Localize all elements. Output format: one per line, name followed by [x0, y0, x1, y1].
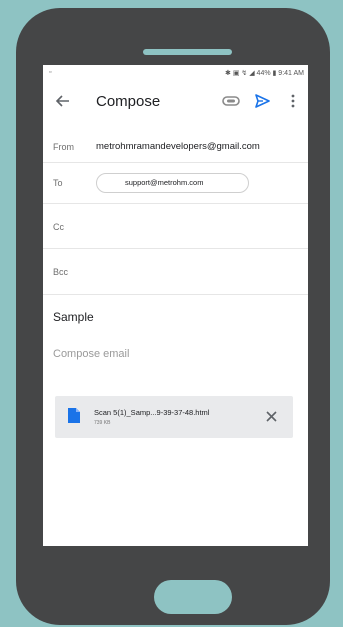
image-icon: ▫: [49, 69, 52, 76]
page-title: Compose: [96, 93, 161, 110]
attachment-card[interactable]: Scan 5(1)_Samp...9-39-37-48.html 739 KB: [55, 396, 293, 438]
subject-field[interactable]: Sample: [43, 295, 308, 340]
file-icon: [68, 408, 80, 423]
bcc-label: Bcc: [53, 267, 69, 277]
from-field[interactable]: From metrohmramandevelopers@gmail.com: [43, 131, 308, 163]
paperclip-icon[interactable]: [222, 95, 240, 107]
cc-label: Cc: [53, 222, 64, 232]
attachment-size: 739 KB: [94, 420, 111, 426]
cc-field[interactable]: Cc: [43, 204, 308, 249]
recipient-chip-text: support@metrohm.com: [125, 178, 204, 187]
close-icon[interactable]: [266, 411, 277, 422]
more-vert-icon[interactable]: [290, 93, 296, 109]
from-value[interactable]: metrohmramandevelopers@gmail.com: [96, 141, 260, 152]
bcc-field[interactable]: Bcc: [43, 249, 308, 295]
to-field[interactable]: To support@metrohm.com: [43, 163, 308, 204]
arrow-back-icon[interactable]: [55, 93, 71, 109]
from-label: From: [53, 142, 74, 152]
compose-body-input[interactable]: Compose email: [53, 348, 129, 360]
phone-screen: ▫ ✱ ▣ ↯ ◢ 44% ▮ 9:41 AM Compose From met…: [43, 65, 308, 546]
recipient-chip[interactable]: support@metrohm.com: [96, 173, 249, 193]
status-indicators: ✱ ▣ ↯ ◢ 44% ▮ 9:41 AM: [225, 70, 304, 77]
send-icon[interactable]: [254, 93, 270, 109]
app-bar: Compose: [43, 89, 308, 117]
attachment-name: Scan 5(1)_Samp...9-39-37-48.html: [94, 408, 210, 417]
to-label: To: [53, 178, 63, 188]
speaker-grille: [143, 49, 232, 55]
status-bar: ▫ ✱ ▣ ↯ ◢ 44% ▮ 9:41 AM: [43, 65, 308, 81]
home-button[interactable]: [154, 580, 232, 614]
subject-value[interactable]: Sample: [53, 310, 94, 324]
